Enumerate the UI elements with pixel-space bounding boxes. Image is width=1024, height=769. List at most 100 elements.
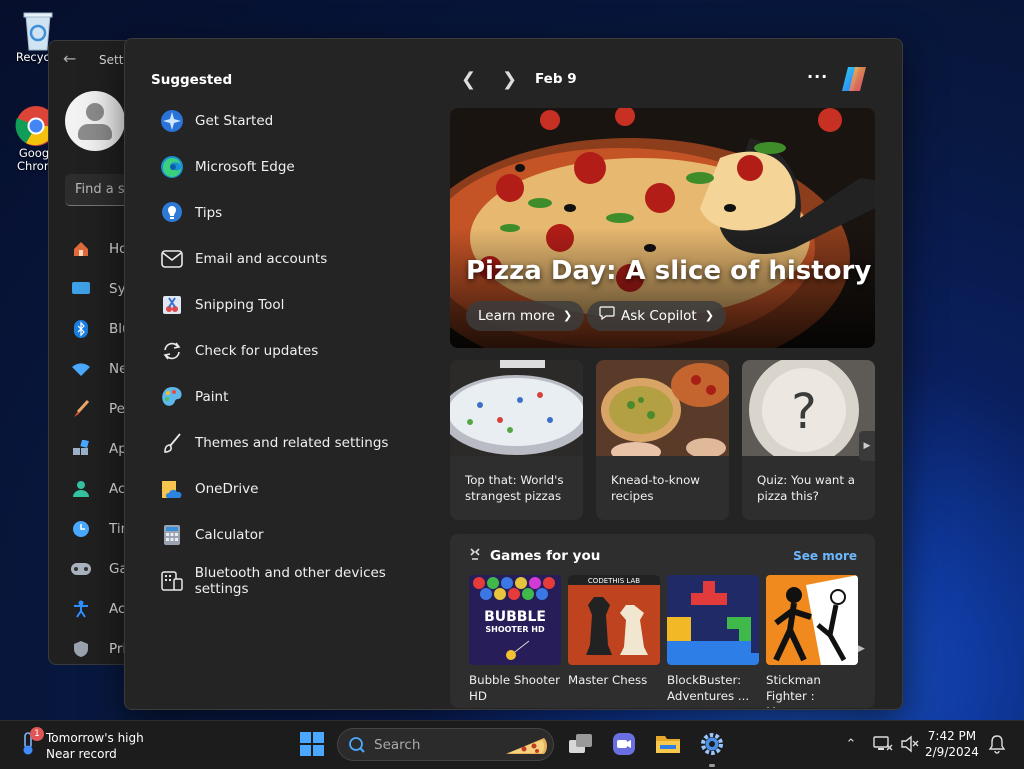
- suggested-item-paint[interactable]: Paint: [151, 377, 441, 417]
- network-status-button[interactable]: [870, 731, 896, 757]
- back-arrow-icon[interactable]: ←: [63, 49, 76, 68]
- suggested-item-label: OneDrive: [195, 481, 259, 497]
- suggested-item-bluetooth-devices[interactable]: Bluetooth and other devices settings: [151, 561, 441, 601]
- copilot-icon[interactable]: [839, 65, 869, 93]
- news-card[interactable]: Knead-to-know recipes: [596, 360, 729, 520]
- user-avatar[interactable]: [65, 91, 125, 151]
- news-next-icon[interactable]: ▶: [859, 431, 875, 461]
- personalization-icon: [71, 399, 91, 419]
- paint-icon: [159, 384, 185, 410]
- search-highlight-pizza-icon: [504, 732, 550, 762]
- news-card-image: [450, 360, 583, 456]
- news-card[interactable]: Top that: World's strangest pizzas: [450, 360, 583, 520]
- settings-nav-time[interactable]: Tin: [71, 509, 129, 549]
- suggested-item-snipping-tool[interactable]: Snipping Tool: [151, 285, 441, 325]
- settings-title: Setti: [99, 53, 127, 67]
- ask-copilot-label: Ask Copilot: [621, 308, 697, 324]
- suggested-item-label: Tips: [195, 205, 223, 221]
- suggested-item-check-updates[interactable]: Check for updates: [151, 331, 441, 371]
- games-title: Games for you: [490, 548, 601, 564]
- teams-chat-button[interactable]: [611, 731, 637, 757]
- time-icon: [71, 519, 91, 539]
- weather-line-1: Tomorrow's high: [46, 731, 144, 745]
- weather-line-2: Near record: [46, 747, 117, 761]
- learn-more-button[interactable]: Learn more ❯: [466, 301, 585, 331]
- get-started-icon: [159, 108, 185, 134]
- game-tile-blockbuster[interactable]: BlockBuster: Adventures ...: [667, 575, 759, 704]
- home-icon: [71, 239, 91, 259]
- game-tile-stickman-fighter[interactable]: Stickman Fighter : Mega...: [766, 575, 858, 708]
- settings-taskbar-button[interactable]: [699, 731, 725, 757]
- volume-button[interactable]: [897, 731, 923, 757]
- games-next-icon[interactable]: ▶: [858, 644, 865, 654]
- weather-widget[interactable]: 1 Tomorrow's high Near record: [18, 727, 144, 762]
- task-view-button[interactable]: [568, 731, 594, 757]
- accounts-icon: [71, 479, 91, 499]
- see-more-link[interactable]: See more: [793, 549, 857, 563]
- suggested-item-email-accounts[interactable]: Email and accounts: [151, 239, 441, 279]
- task-view-icon: [569, 734, 592, 753]
- settings-nav-network[interactable]: Ne: [71, 349, 127, 389]
- hero-story-card[interactable]: Pizza Day: A slice of history Learn more…: [450, 108, 875, 348]
- search-placeholder: Search: [374, 737, 421, 753]
- devices-icon: [159, 568, 185, 594]
- notifications-button[interactable]: [984, 731, 1010, 757]
- suggested-item-label: Bluetooth and other devices settings: [194, 565, 386, 597]
- clock-time: 7:42 PM: [927, 729, 977, 743]
- clock-date: 2/9/2024: [925, 745, 979, 759]
- news-card[interactable]: ? Quiz: You want a pizza this?: [742, 360, 875, 520]
- settings-nav-gaming[interactable]: Ga: [71, 549, 128, 589]
- more-options-icon[interactable]: ···: [807, 67, 828, 86]
- game-name: Master Chess: [568, 673, 648, 687]
- desktop-icon-label: Goog Chron: [17, 146, 52, 173]
- gear-icon: [701, 733, 723, 755]
- network-icon: [71, 359, 91, 379]
- suggested-item-tips[interactable]: Tips: [151, 193, 441, 233]
- ask-copilot-button[interactable]: Ask Copilot ❯: [587, 301, 726, 331]
- system-icon: [71, 279, 91, 299]
- tips-icon: [159, 200, 185, 226]
- settings-nav-personalization[interactable]: Per: [71, 389, 131, 429]
- folder-icon: [656, 736, 680, 753]
- weather-alert-badge: 1: [30, 727, 44, 741]
- suggested-item-label: Check for updates: [195, 343, 319, 359]
- taskbar-search-input[interactable]: Search: [337, 728, 554, 761]
- suggested-item-themes[interactable]: Themes and related settings: [151, 423, 441, 463]
- show-hidden-icons-button[interactable]: ⌃: [838, 731, 864, 757]
- game-tile-bubble-shooter[interactable]: BUBBLE SHOOTER HD Bubble Shooter HD: [469, 575, 561, 704]
- start-button[interactable]: [299, 731, 325, 757]
- taskbar-clock[interactable]: 7:42 PM 2/9/2024: [925, 728, 979, 760]
- chat-bubble-icon: [599, 301, 615, 331]
- settings-nav-privacy[interactable]: Pri: [71, 629, 126, 664]
- game-thumbnail: CODETHIS LAB: [568, 575, 660, 665]
- svg-text:?: ?: [791, 384, 816, 440]
- suggested-item-label: Get Started: [195, 113, 274, 129]
- news-caption: Knead-to-know recipes: [611, 473, 700, 503]
- volume-muted-icon: [901, 735, 919, 753]
- next-day-icon[interactable]: ❯: [502, 69, 517, 90]
- gaming-icon: [71, 559, 91, 579]
- settings-nav-home[interactable]: Ho: [71, 229, 127, 269]
- previous-day-icon[interactable]: ❮: [461, 69, 476, 90]
- taskbar: 1 Tomorrow's high Near record Search ⌃ 7…: [0, 720, 1024, 769]
- svg-text:CODETHIS LAB: CODETHIS LAB: [588, 577, 640, 585]
- suggested-item-label: Microsoft Edge: [195, 159, 295, 175]
- file-explorer-button[interactable]: [655, 731, 681, 757]
- brush-icon: [159, 430, 185, 456]
- game-tile-master-chess[interactable]: CODETHIS LAB Master Chess: [568, 575, 660, 688]
- suggested-item-get-started[interactable]: Get Started: [151, 101, 441, 141]
- suggested-item-label: Themes and related settings: [195, 435, 389, 451]
- suggested-item-label: Paint: [195, 389, 229, 405]
- suggested-item-edge[interactable]: Microsoft Edge: [151, 147, 441, 187]
- apps-icon: [71, 439, 91, 459]
- suggested-item-onedrive[interactable]: OneDrive: [151, 469, 441, 509]
- feed-date: Feb 9: [535, 71, 577, 87]
- chevron-right-icon: ❯: [563, 309, 573, 322]
- settings-nav-bluetooth[interactable]: Blu: [71, 309, 131, 349]
- suggested-item-calculator[interactable]: Calculator: [151, 515, 441, 555]
- news-card-image: ?: [742, 360, 875, 456]
- suggested-item-label: Snipping Tool: [195, 297, 285, 313]
- settings-nav-apps[interactable]: Ap: [71, 429, 127, 469]
- suggested-item-label: Email and accounts: [195, 251, 328, 267]
- accessibility-icon: [71, 599, 91, 619]
